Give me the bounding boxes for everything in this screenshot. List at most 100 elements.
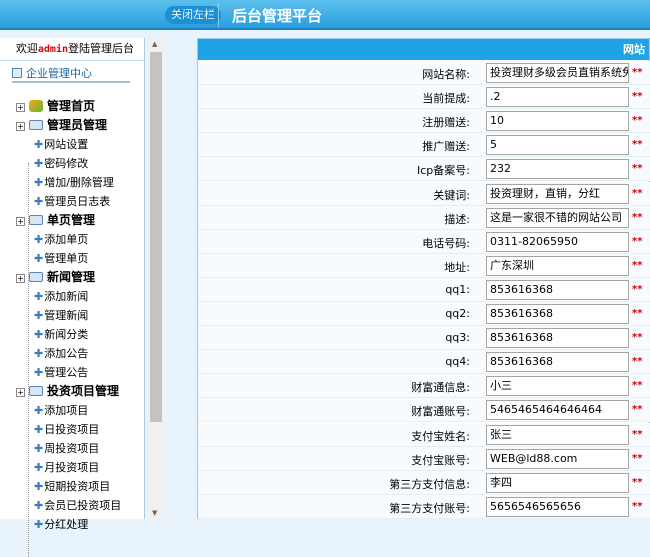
sidebar-group[interactable]: + 管理首页 <box>16 97 95 116</box>
field-input[interactable]: 853616368 <box>486 352 629 373</box>
plus-icon: ✚ <box>34 518 44 531</box>
management-center-header[interactable]: 企业管理中心 <box>12 65 130 83</box>
form-row: 第三方支付账号: 5656546565656 ** <box>198 494 650 519</box>
sidebar-item[interactable]: ✚管理新闻 <box>34 306 88 325</box>
item-label: 周投资项目 <box>44 442 100 455</box>
sidebar-group[interactable]: + 管理员管理 <box>16 116 107 135</box>
sidebar-item[interactable]: ✚分红处理 <box>34 515 88 534</box>
plus-icon: ✚ <box>34 309 44 322</box>
sidebar-item[interactable]: ✚增加/删除管理 <box>34 173 114 192</box>
sidebar-group[interactable]: + 单页管理 <box>16 211 95 230</box>
username: admin <box>37 44 68 55</box>
required-mark: ** <box>632 283 643 295</box>
field-label: qq1: <box>445 282 470 296</box>
item-label: 月投资项目 <box>44 461 100 474</box>
field-input[interactable]: 这是一家很不错的网站公司 <box>486 207 629 228</box>
close-left-panel-button[interactable]: 关闭左栏 <box>165 6 221 24</box>
sidebar-item[interactable]: ✚管理员日志表 <box>34 192 110 211</box>
expand-icon[interactable]: + <box>16 122 25 131</box>
field-label: 当前提成: <box>422 92 470 106</box>
scrollbar-thumb[interactable] <box>150 52 162 422</box>
field-input[interactable]: 投资理财多级会员直销系统免费 <box>486 63 629 83</box>
folder-icon <box>29 120 43 130</box>
required-mark: ** <box>632 428 643 440</box>
form-row: 财富通账号: 5465465464646464 ** <box>198 398 650 423</box>
field-label: 支付宝姓名: <box>411 429 470 443</box>
form-row: 电话号码: 0311-82065950 ** <box>198 229 650 254</box>
welcome-suffix: 登陆管理后台 <box>68 42 134 55</box>
field-input[interactable]: 小三 <box>486 376 629 397</box>
form-row: 支付宝账号: WEB@ld88.com ** <box>198 446 650 471</box>
expand-icon[interactable]: + <box>16 274 25 283</box>
sidebar-item[interactable]: ✚管理公告 <box>34 363 88 382</box>
group-label: 管理员管理 <box>47 118 108 132</box>
field-input[interactable]: 5 <box>486 135 629 156</box>
form-row: 注册赠送: 10 ** <box>198 109 650 134</box>
plus-icon: ✚ <box>34 366 44 379</box>
group-label: 新闻管理 <box>47 270 96 284</box>
required-mark: ** <box>632 476 643 488</box>
welcome-text: 欢迎admin登陆管理后台 <box>0 38 144 61</box>
field-input[interactable]: 0311-82065950 <box>486 231 629 252</box>
plus-icon: ✚ <box>34 195 44 208</box>
field-input[interactable]: 853616368 <box>486 328 629 349</box>
sidebar-group[interactable]: + 投资项目管理 <box>16 382 119 401</box>
sidebar-item[interactable]: ✚周投资项目 <box>34 439 99 458</box>
expand-icon[interactable]: + <box>16 103 25 112</box>
field-input[interactable]: 232 <box>486 159 629 180</box>
folder-icon <box>29 215 43 225</box>
sidebar-item[interactable]: ✚密码修改 <box>34 154 88 173</box>
field-input[interactable]: 投资理财，直销，分红 <box>486 183 629 204</box>
required-mark: ** <box>632 163 643 175</box>
sidebar-item[interactable]: ✚添加新闻 <box>34 287 88 306</box>
scroll-up-icon[interactable]: ▲ <box>152 40 157 48</box>
top-bar: 关闭左栏 后台管理平台 <box>0 0 650 30</box>
item-label: 密码修改 <box>44 157 89 170</box>
sidebar: 欢迎admin登陆管理后台 企业管理中心 + 管理首页 + 管理员管理 ✚网站设置 ✚密码… <box>0 38 145 557</box>
form-row: 网站名称: 投资理财多级会员直销系统免费 ** <box>198 61 650 85</box>
item-label: 管理新闻 <box>44 309 89 322</box>
plus-icon: ✚ <box>34 499 44 512</box>
form-row: 当前提成: .2 ** <box>198 85 650 110</box>
sidebar-scrollbar[interactable]: ▲ ▼ <box>148 38 164 519</box>
sidebar-item[interactable]: ✚短期投资项目 <box>34 477 110 496</box>
field-input[interactable]: 10 <box>486 111 629 132</box>
sidebar-item[interactable]: ✚新闻分类 <box>34 325 88 344</box>
field-input[interactable]: 5656546565656 <box>486 496 629 517</box>
item-label: 增加/删除管理 <box>44 176 114 189</box>
form-row: qq1: 853616368 ** <box>198 277 650 302</box>
scroll-down-icon[interactable]: ▼ <box>152 509 157 517</box>
required-mark: ** <box>632 211 643 223</box>
item-label: 管理员日志表 <box>44 195 111 208</box>
field-label: 关键词: <box>433 188 470 202</box>
plus-icon: ✚ <box>34 347 44 360</box>
form-row: 支付宝姓名: 张三 ** <box>198 422 650 447</box>
field-input[interactable]: 广东深圳 <box>486 255 629 276</box>
sidebar-item[interactable]: ✚添加单页 <box>34 230 88 249</box>
field-input[interactable]: 李四 <box>486 472 629 493</box>
expand-icon[interactable]: + <box>16 217 25 226</box>
sidebar-item[interactable]: ✚月投资项目 <box>34 458 99 477</box>
form-row: 第三方支付信息: 李四 ** <box>198 470 650 495</box>
sidebar-item[interactable]: ✚添加项目 <box>34 401 88 420</box>
field-input[interactable]: WEB@ld88.com <box>486 448 629 469</box>
plus-icon: ✚ <box>34 233 44 246</box>
sidebar-item[interactable]: ✚添加公告 <box>34 344 88 363</box>
expand-icon[interactable]: + <box>16 388 25 397</box>
field-input[interactable]: 853616368 <box>486 304 629 324</box>
field-input[interactable]: 张三 <box>486 424 629 445</box>
field-label: qq4: <box>445 355 470 369</box>
field-label: 推广赠送: <box>422 140 470 154</box>
sidebar-item[interactable]: ✚网站设置 <box>34 135 88 154</box>
plus-icon: ✚ <box>34 176 44 189</box>
field-input[interactable]: 853616368 <box>486 279 629 300</box>
sidebar-item[interactable]: ✚会员已投资项目 <box>34 496 121 515</box>
field-input[interactable]: .2 <box>486 87 629 108</box>
sidebar-item[interactable]: ✚日投资项目 <box>34 420 99 439</box>
form-row: 关键词: 投资理财，直销，分红 ** <box>198 181 650 206</box>
sidebar-item[interactable]: ✚管理单页 <box>34 249 88 268</box>
collapse-icon <box>12 68 22 78</box>
item-label: 管理单页 <box>44 252 89 265</box>
sidebar-group[interactable]: + 新闻管理 <box>16 268 95 287</box>
field-input[interactable]: 5465465464646464 <box>486 400 629 421</box>
